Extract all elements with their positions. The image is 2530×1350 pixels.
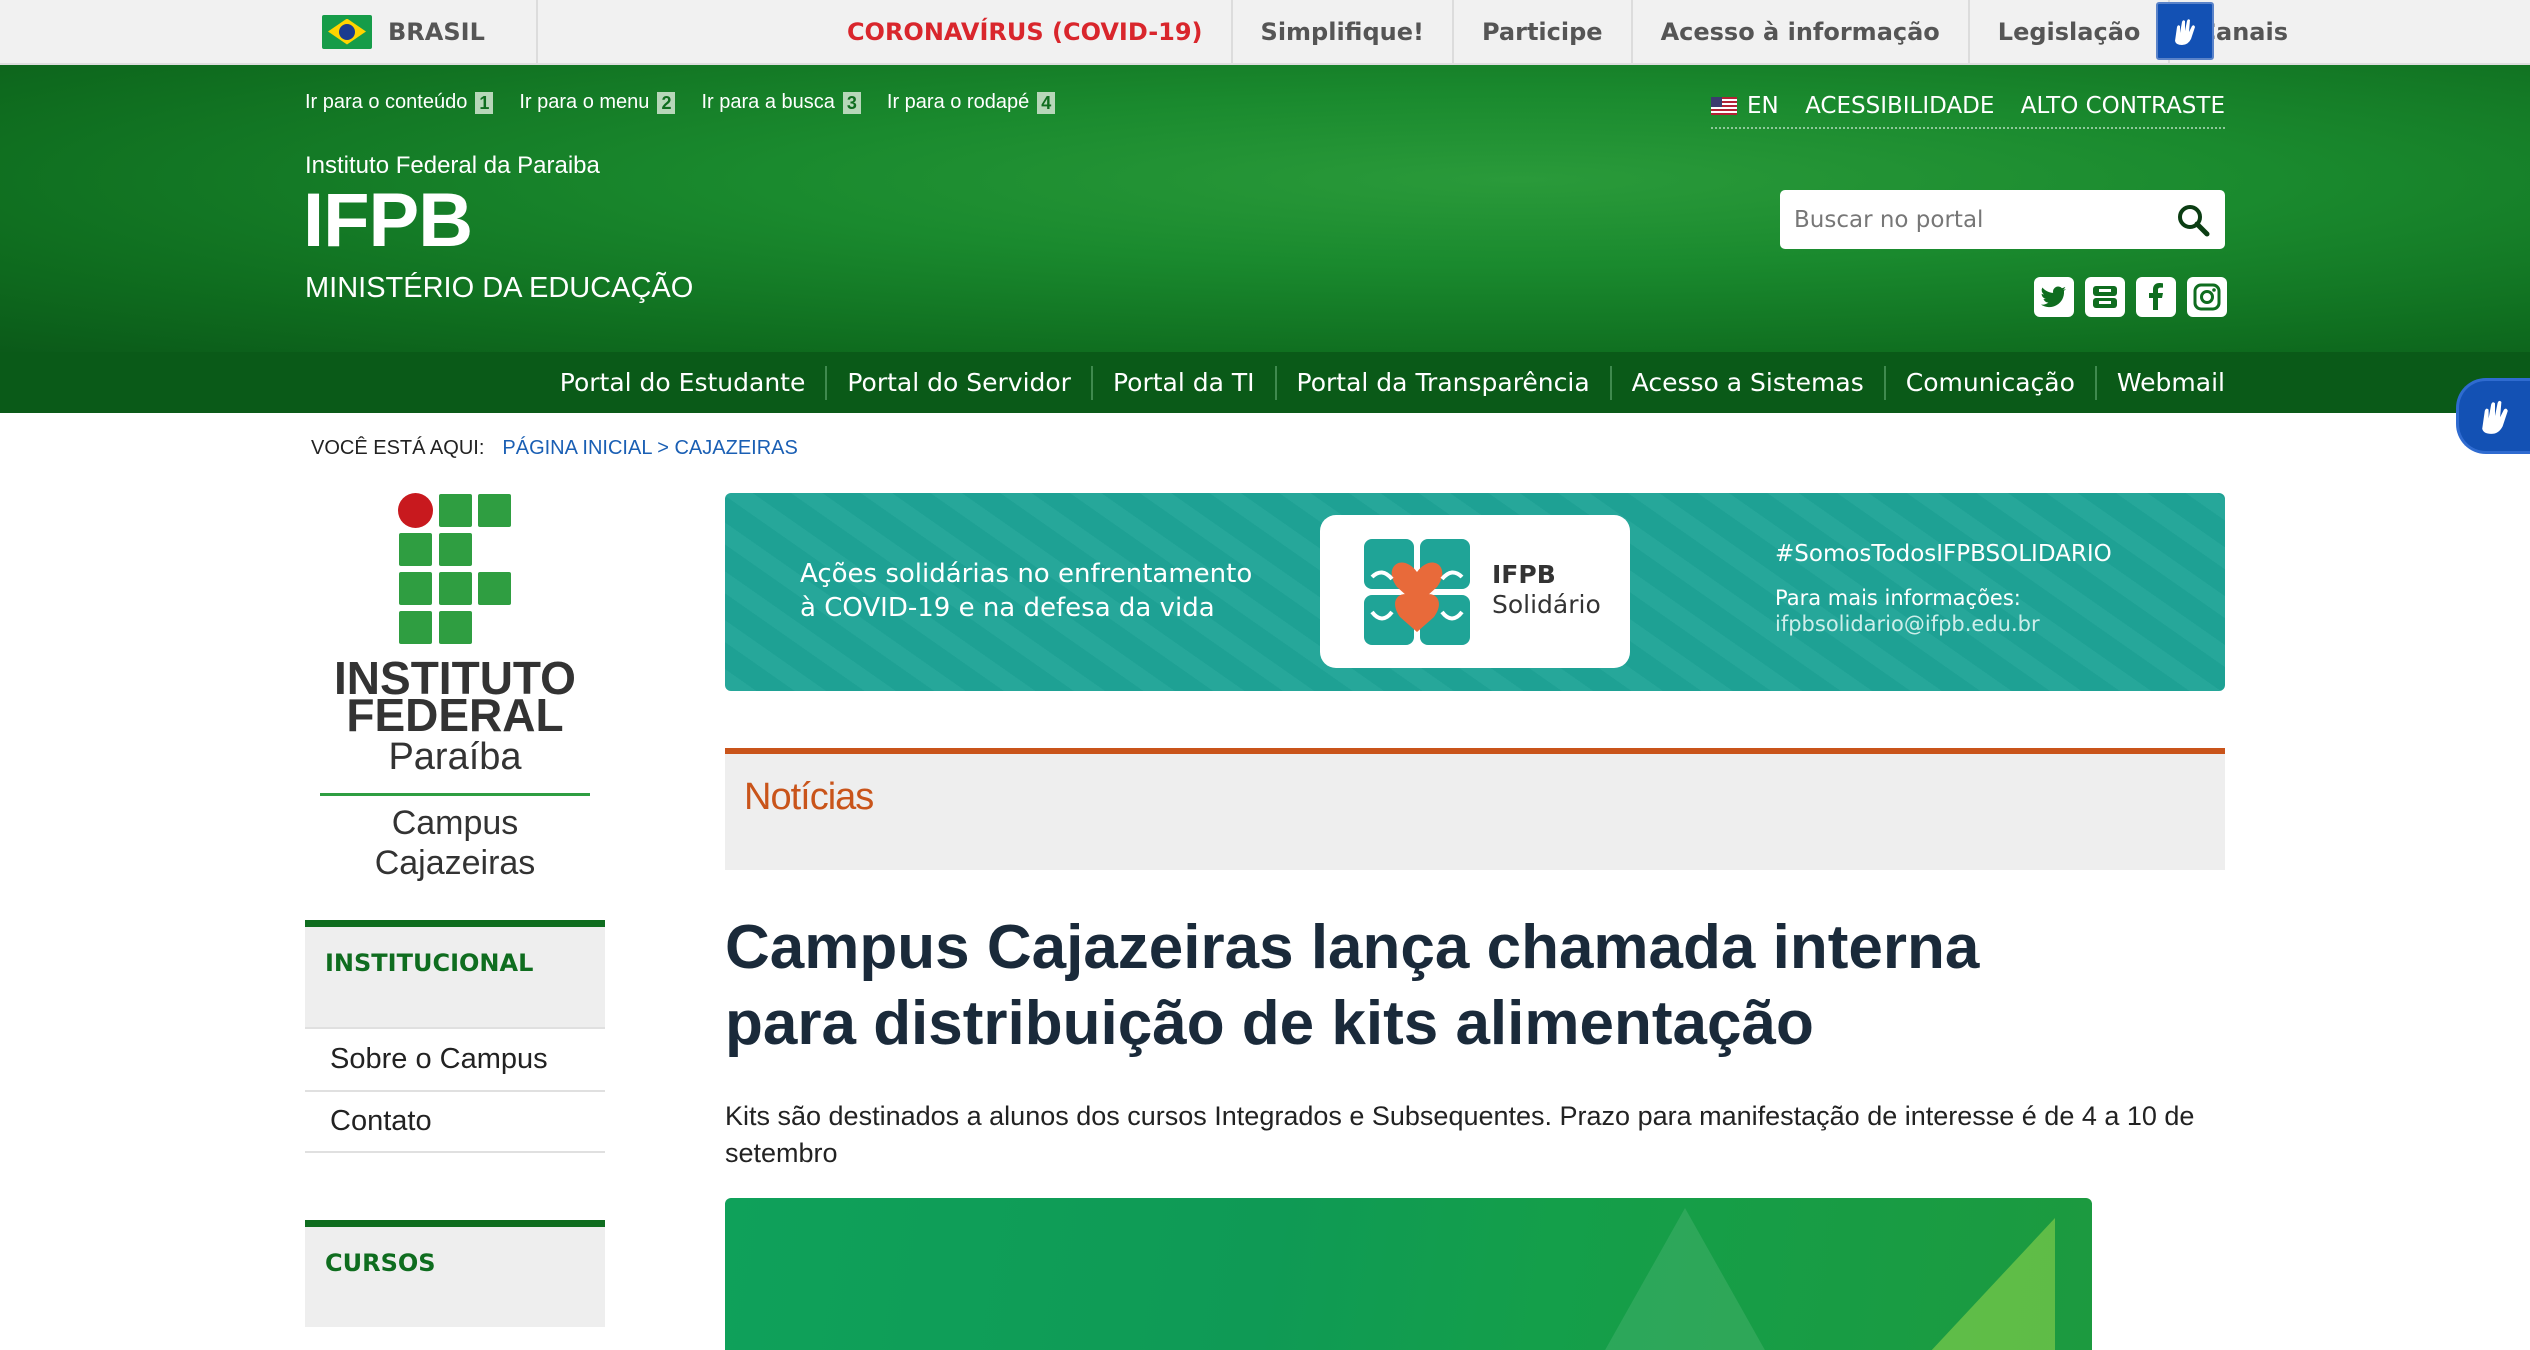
- us-flag-icon: [1711, 97, 1737, 115]
- legislacao-link[interactable]: Legislação: [1967, 0, 2169, 63]
- social-links: [2034, 277, 2227, 317]
- logo-divider: [320, 793, 590, 796]
- brazil-flag-icon: [322, 14, 372, 49]
- accessibility-shortcuts: Ir para o conteúdo 1 Ir para o menu 2 Ir p…: [305, 91, 1056, 114]
- search-icon[interactable]: [2175, 202, 2211, 238]
- brasil-label: BRASIL: [388, 17, 485, 46]
- skip-to-footer-link[interactable]: Ir para o rodapé 4: [887, 91, 1056, 114]
- simplifique-link[interactable]: Simplifique!: [1230, 0, 1452, 63]
- sidebar-heading-cursos: CURSOS: [305, 1220, 605, 1327]
- ifpb-solidario-logo-icon: [1364, 539, 1470, 645]
- article-hero-image: [725, 1198, 2092, 1350]
- gov-bar: BRASIL CORONAVÍRUS (COVID-19) Simplifiqu…: [0, 0, 2530, 65]
- nav-acesso-sistemas[interactable]: Acesso a Sistemas: [1609, 365, 1884, 400]
- banner-contact: #SomosTodosIFPBSOLIDARIO Para mais infor…: [1775, 541, 2112, 637]
- skip-to-menu-link[interactable]: Ir para o menu 2: [519, 91, 676, 114]
- nav-webmail[interactable]: Webmail: [2094, 365, 2225, 400]
- youtube-icon[interactable]: [2085, 277, 2125, 317]
- nav-portal-transparencia[interactable]: Portal da Transparência: [1274, 365, 1610, 400]
- ifpb-solidario-name: IFPB Solidário: [1492, 560, 1601, 619]
- sidebar-cursos: CURSOS: [305, 1220, 605, 1327]
- nav-comunicacao[interactable]: Comunicação: [1883, 365, 2095, 400]
- alto-contraste-link[interactable]: ALTO CONTRASTE: [2021, 93, 2225, 119]
- site-header: Ir para o conteúdo 1 Ir para o menu 2 Ir p…: [0, 65, 2530, 413]
- nav-portal-estudante[interactable]: Portal do Estudante: [540, 366, 826, 400]
- skip-to-content-link[interactable]: Ir para o conteúdo 1: [305, 91, 494, 114]
- breadcrumb-path[interactable]: PÁGINA INICIAL > CAJAZEIRAS: [502, 437, 797, 460]
- nav-portal-ti[interactable]: Portal da TI: [1090, 365, 1275, 400]
- sidebar-item-contato[interactable]: Contato: [305, 1090, 605, 1153]
- libras-button[interactable]: [2156, 2, 2214, 60]
- top-links: EN ACESSIBILIDADE ALTO CONTRASTE: [1711, 93, 2225, 129]
- ifpb-solidario-card: IFPB Solidário: [1320, 515, 1630, 668]
- instagram-icon[interactable]: [2187, 277, 2227, 317]
- language-en-link[interactable]: EN: [1711, 93, 1779, 119]
- hands-sign-icon: [2175, 19, 2195, 45]
- nav-portal-servidor[interactable]: Portal do Servidor: [825, 365, 1091, 400]
- logo-line2: FEDERAL: [346, 689, 564, 741]
- search-input[interactable]: [1794, 206, 2175, 233]
- banner-info-label: Para mais informações:: [1775, 586, 2021, 610]
- logo-campus: Campus Cajazeiras: [374, 804, 536, 882]
- section-title: Notícias: [744, 776, 874, 818]
- institution-name: Instituto Federal da Paraiba: [305, 152, 600, 179]
- acessibilidade-link[interactable]: ACESSIBILIDADE: [1805, 93, 1994, 119]
- banner-email[interactable]: ifpbsolidario@ifpb.edu.br: [1775, 611, 2112, 637]
- logo-line3: Paraíba: [388, 736, 522, 778]
- facebook-icon[interactable]: [2136, 277, 2176, 317]
- sidebar-heading-institucional: INSTITUCIONAL: [305, 920, 605, 1027]
- acesso-informacao-link[interactable]: Acesso à informação: [1630, 0, 1968, 63]
- twitter-icon[interactable]: [2034, 277, 2074, 317]
- article-title: Campus Cajazeiras lança chamada interna …: [725, 913, 1980, 1058]
- noticias-section-header: Notícias: [725, 748, 2225, 870]
- banner-text: Ações solidárias no enfrentamento à COVI…: [800, 559, 1253, 623]
- breadcrumb: VOCÊ ESTÁ AQUI: PÁGINA INICIAL > CAJAZEI…: [311, 437, 798, 460]
- ministry-name: MINISTÉRIO DA EDUCAÇÃO: [305, 272, 694, 304]
- search-box: [1780, 190, 2225, 249]
- site-title[interactable]: IFPB: [303, 177, 473, 264]
- main-navigation: Portal do Estudante Portal do Servidor P…: [0, 352, 2530, 413]
- solidario-banner[interactable]: Ações solidárias no enfrentamento à COVI…: [725, 493, 2225, 691]
- brasil-link[interactable]: BRASIL: [322, 0, 485, 63]
- if-logo-icon: [398, 493, 514, 645]
- divider: [536, 0, 538, 63]
- vlibras-widget-button[interactable]: [2456, 378, 2530, 454]
- article-description: Kits são destinados a alunos dos cursos …: [725, 1101, 2195, 1168]
- participe-link[interactable]: Participe: [1451, 0, 1631, 63]
- gov-links: CORONAVÍRUS (COVID-19) Simplifique! Part…: [819, 0, 2316, 63]
- sidebar-item-sobre-campus[interactable]: Sobre o Campus: [305, 1027, 605, 1090]
- hands-sign-icon: [2481, 400, 2508, 434]
- skip-to-search-link[interactable]: Ir para a busca 3: [701, 91, 861, 114]
- breadcrumb-label: VOCÊ ESTÁ AQUI:: [311, 437, 485, 459]
- covid-link[interactable]: CORONAVÍRUS (COVID-19): [819, 0, 1231, 63]
- banner-hashtag: #SomosTodosIFPBSOLIDARIO: [1775, 541, 2112, 567]
- sidebar-institucional: INSTITUCIONAL Sobre o Campus Contato: [305, 920, 605, 1153]
- campus-logo[interactable]: INSTITUTO FEDERAL Paraíba Campus Cajazeir…: [305, 490, 605, 885]
